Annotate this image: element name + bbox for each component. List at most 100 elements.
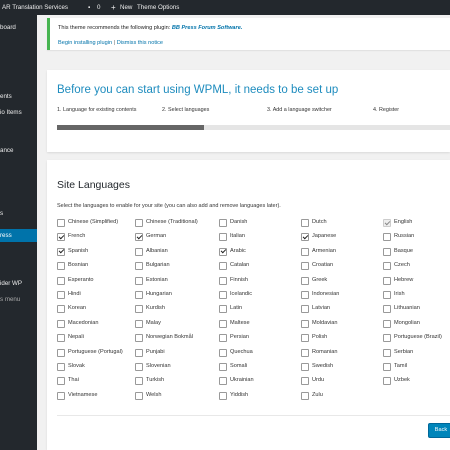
wizard-step-1: 1. Language for existing contents: [57, 107, 137, 113]
language-label: Urdu: [312, 377, 325, 384]
theme-options-link[interactable]: Theme Options: [137, 0, 179, 15]
notice-separator: |: [113, 40, 116, 46]
language-label: Yiddish: [230, 391, 249, 398]
language-checkbox[interactable]: [219, 262, 227, 271]
language-checkbox[interactable]: [301, 363, 309, 371]
language-checkbox[interactable]: [57, 377, 65, 386]
language-label: Czech: [394, 262, 410, 269]
language-checkbox[interactable]: [301, 348, 309, 357]
sidebar-item-slider[interactable]: ider WP: [0, 280, 22, 287]
begin-installing-link[interactable]: Begin installing plugin: [58, 40, 112, 46]
sidebar-item-wpml[interactable]: ress: [0, 229, 37, 242]
language-checkbox[interactable]: [135, 319, 143, 328]
language-checkbox[interactable]: [219, 219, 227, 227]
language-checkbox[interactable]: [383, 348, 391, 357]
language-checkbox[interactable]: [383, 363, 391, 371]
sidebar-item-dashboard[interactable]: board: [0, 24, 16, 31]
language-label: Portuguese (Brazil): [394, 334, 442, 341]
language-checkbox[interactable]: [57, 291, 65, 299]
language-checkbox[interactable]: [57, 319, 65, 328]
language-checkbox[interactable]: [383, 276, 391, 285]
language-checkbox[interactable]: [219, 305, 227, 314]
language-checkbox[interactable]: [383, 377, 391, 386]
language-checkbox[interactable]: [57, 233, 65, 242]
language-label: Persian: [230, 334, 249, 341]
language-label: Welsh: [146, 391, 162, 398]
language-checkbox[interactable]: [383, 305, 391, 314]
language-checkbox[interactable]: [219, 247, 227, 256]
language-checkbox[interactable]: [383, 262, 391, 271]
language-checkbox[interactable]: [219, 319, 227, 328]
plus-icon[interactable]: +: [111, 0, 116, 15]
language-checkbox[interactable]: [57, 334, 65, 343]
comments-icon[interactable]: ▪: [88, 0, 90, 15]
language-checkbox[interactable]: [57, 305, 65, 314]
language-checkbox[interactable]: [219, 334, 227, 343]
language-checkbox[interactable]: [57, 262, 65, 271]
language-checkbox[interactable]: [135, 348, 143, 357]
language-checkbox[interactable]: [219, 291, 227, 299]
sidebar-item-settings[interactable]: s: [0, 210, 3, 217]
back-button[interactable]: Back: [428, 423, 450, 438]
language-checkbox[interactable]: [219, 363, 227, 371]
wizard-progress-fill: [57, 125, 205, 130]
language-checkbox[interactable]: [57, 247, 65, 256]
language-checkbox[interactable]: [135, 233, 143, 242]
language-checkbox[interactable]: [135, 377, 143, 386]
language-checkbox[interactable]: [135, 276, 143, 285]
language-checkbox[interactable]: [135, 363, 143, 371]
language-checkbox[interactable]: [383, 219, 391, 227]
language-checkbox[interactable]: [383, 247, 391, 256]
language-checkbox[interactable]: [219, 391, 227, 400]
wizard-progress-bar: [57, 125, 450, 130]
language-checkbox[interactable]: [301, 377, 309, 386]
language-checkbox[interactable]: [57, 276, 65, 285]
site-languages-description: Select the languages to enable for your …: [57, 203, 281, 209]
language-checkbox[interactable]: [383, 233, 391, 242]
sidebar-item-comments[interactable]: ents: [0, 93, 12, 100]
language-checkbox[interactable]: [135, 291, 143, 299]
wizard-title: Before you can start using WPML, it need…: [57, 84, 339, 96]
language-checkbox[interactable]: [383, 334, 391, 343]
language-checkbox[interactable]: [301, 233, 309, 242]
language-label: Somali: [230, 363, 248, 369]
sidebar-collapse-menu[interactable]: s menu: [0, 296, 20, 303]
language-checkbox[interactable]: [301, 291, 309, 299]
language-checkbox[interactable]: [135, 305, 143, 314]
language-checkbox[interactable]: [383, 291, 391, 299]
language-checkbox[interactable]: [301, 391, 309, 400]
language-checkbox[interactable]: [219, 276, 227, 285]
language-checkbox[interactable]: [57, 363, 65, 371]
language-label: Polish: [312, 334, 328, 341]
language-checkbox[interactable]: [219, 233, 227, 242]
language-checkbox[interactable]: [301, 262, 309, 271]
language-checkbox[interactable]: [57, 219, 65, 227]
sidebar-item-portfolio[interactable]: io Items: [0, 109, 22, 116]
sidebar-item-appearance[interactable]: ance: [0, 147, 13, 154]
dismiss-notice-link[interactable]: Dismiss this notice: [117, 40, 163, 46]
language-checkbox[interactable]: [219, 377, 227, 386]
site-name[interactable]: AR Translation Services: [2, 0, 68, 15]
language-checkbox[interactable]: [135, 262, 143, 271]
language-checkbox[interactable]: [301, 276, 309, 285]
notice-plugin-link[interactable]: BB Press Forum Software.: [172, 25, 243, 31]
notice-text: This theme recommends the following plug…: [58, 25, 243, 31]
language-checkbox[interactable]: [57, 348, 65, 357]
comments-count[interactable]: 0: [97, 0, 100, 15]
language-checkbox[interactable]: [135, 219, 143, 227]
language-checkbox[interactable]: [383, 319, 391, 328]
language-checkbox[interactable]: [219, 348, 227, 357]
language-checkbox[interactable]: [135, 247, 143, 256]
language-checkbox[interactable]: [301, 319, 309, 328]
language-checkbox[interactable]: [135, 391, 143, 400]
language-checkbox[interactable]: [301, 247, 309, 256]
language-label: Bulgarian: [146, 262, 170, 269]
language-checkbox[interactable]: [301, 219, 309, 227]
language-checkbox[interactable]: [301, 334, 309, 343]
new-button[interactable]: New: [120, 0, 132, 15]
language-label: Esperanto: [68, 276, 94, 283]
site-languages-title: Site Languages: [57, 179, 130, 191]
language-checkbox[interactable]: [301, 305, 309, 314]
language-checkbox[interactable]: [57, 391, 65, 400]
language-checkbox[interactable]: [135, 334, 143, 343]
